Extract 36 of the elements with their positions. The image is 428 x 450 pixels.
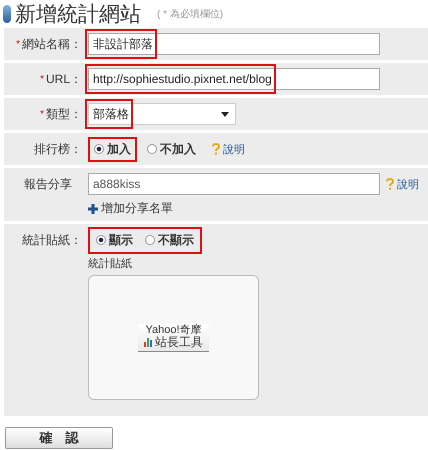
title-bar-icon — [3, 5, 11, 23]
caret-icon — [221, 112, 229, 116]
required-mark: * — [16, 38, 20, 50]
bar-chart-icon — [144, 336, 153, 346]
plus-icon — [88, 204, 98, 214]
help-icon — [212, 143, 220, 155]
radio-button[interactable] — [145, 235, 155, 245]
option-label: 不加入 — [160, 140, 196, 158]
confirm-button[interactable]: 確 認 — [5, 427, 113, 449]
text-field[interactable]: http://sophiestudio.pixnet.net/blog — [88, 68, 380, 90]
field-label: 網站名稱： — [22, 36, 82, 52]
required-mark: * — [40, 74, 44, 84]
add-share-link[interactable]: 增加分享名單 — [101, 200, 173, 217]
field-label: URL： — [46, 70, 82, 88]
field-label: 排行榜： — [34, 140, 82, 158]
help-icon — [386, 178, 394, 190]
dropdown[interactable]: 部落格 — [88, 103, 236, 125]
field-label: 統計貼紙： — [22, 232, 82, 248]
radio-button[interactable] — [94, 144, 104, 154]
text-field[interactable]: 非設計部落 — [88, 33, 380, 55]
badge-text: 站長工具 — [155, 336, 203, 348]
help-link[interactable]: 說明 — [223, 142, 245, 156]
radio-button[interactable] — [147, 144, 157, 154]
option-label: 加入 — [107, 140, 131, 158]
option-label: 顯示 — [109, 232, 133, 248]
page-title: 新增統計網站 — [15, 1, 141, 28]
badge-text: Yahoo!奇摩 — [145, 324, 202, 336]
required-note: ( * 為必填欄位) — [157, 8, 224, 21]
field-label: 報告分享 — [24, 176, 72, 192]
text-field[interactable]: a888kiss — [88, 173, 380, 195]
field-label: 類型： — [46, 106, 82, 122]
preview-label: 統計貼紙 — [88, 256, 133, 271]
required-mark: * — [40, 108, 44, 120]
help-link[interactable]: 說明 — [397, 176, 419, 192]
option-label: 不顯示 — [158, 232, 194, 248]
radio-button[interactable] — [96, 235, 106, 245]
